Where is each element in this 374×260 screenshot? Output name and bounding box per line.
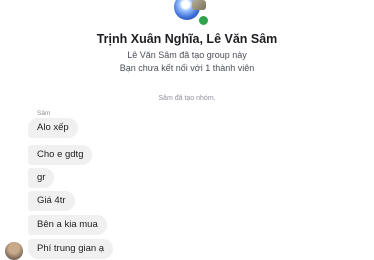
message-bubble[interactable]: gr [28, 168, 55, 188]
member-thumbnail [192, 0, 206, 10]
message-bubble[interactable]: Alo xếp [28, 118, 78, 138]
system-message: Sâm đã tạo nhóm. [158, 95, 216, 102]
group-created-info: Lê Văn Sâm đã tạo group này [127, 50, 247, 60]
message-bubble[interactable]: Phí trung gian ạ [28, 239, 114, 259]
sender-name: Sâm [37, 110, 51, 117]
message-bubble[interactable]: Cho e gdtg [28, 145, 93, 165]
message-bubble[interactable]: Giá 4tr [28, 191, 75, 211]
group-name[interactable]: Trịnh Xuân Nghĩa, Lê Văn Sâm [0, 32, 374, 46]
connection-info: Bạn chưa kết nối với 1 thành viên [119, 63, 255, 73]
online-status-icon [197, 14, 210, 27]
message-bubble[interactable]: Bên a kia mua [28, 215, 107, 235]
sender-avatar[interactable] [5, 242, 23, 260]
group-avatar[interactable] [172, 0, 210, 28]
